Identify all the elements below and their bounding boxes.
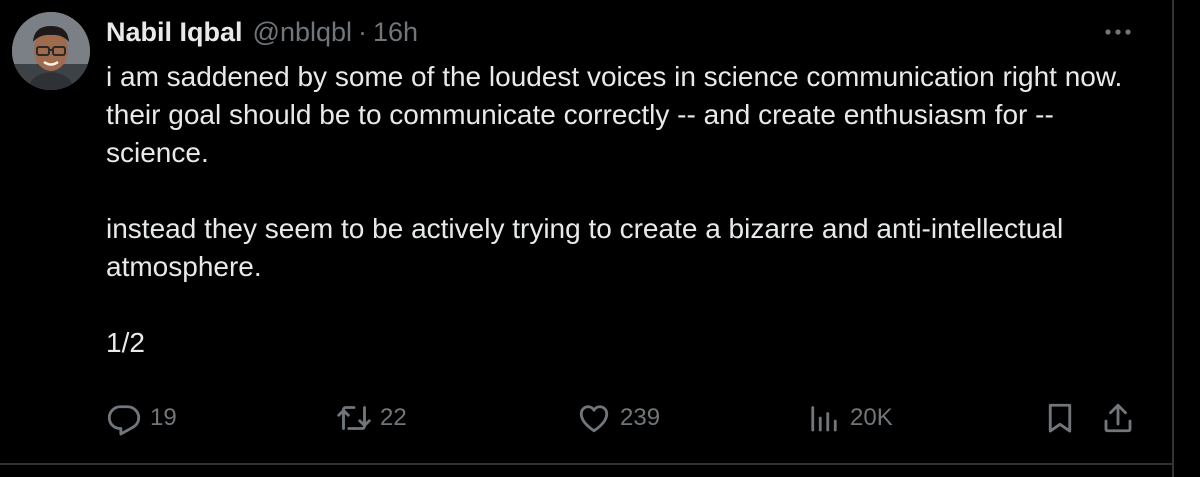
like-count: 239 <box>620 404 661 431</box>
tweet-header: Nabil Iqbal @nblqbl · 16h <box>106 14 418 50</box>
bookmark-button[interactable] <box>1042 396 1078 440</box>
heart-icon <box>579 405 609 433</box>
separator-dot: · <box>358 16 368 47</box>
tweet-paragraph: 1/2 <box>106 327 145 358</box>
view-count: 20K <box>850 404 893 431</box>
tweet-paragraph: instead they seem to be actively trying … <box>106 213 1064 282</box>
reply-button[interactable]: 19 <box>106 396 177 440</box>
column-divider <box>1172 0 1174 477</box>
tweet-divider <box>0 463 1174 465</box>
tweet-text: i am saddened by some of the loudest voi… <box>106 58 1136 362</box>
more-options-icon <box>1105 29 1131 35</box>
author-handle[interactable]: @nblqbl <box>253 17 352 48</box>
like-button[interactable]: 239 <box>576 396 660 440</box>
share-button[interactable] <box>1100 396 1136 440</box>
bookmark-icon <box>1048 403 1072 433</box>
share-icon <box>1104 403 1132 433</box>
reply-count: 19 <box>150 404 177 431</box>
avatar[interactable] <box>12 12 90 90</box>
reply-icon <box>107 405 141 436</box>
more-options-button[interactable] <box>1096 18 1140 46</box>
author-name[interactable]: Nabil Iqbal <box>106 17 243 48</box>
timestamp[interactable]: 16h <box>373 17 418 48</box>
repost-count: 22 <box>380 404 407 431</box>
action-bar: 19 22 239 20K <box>106 396 1146 440</box>
views-button[interactable]: 20K <box>806 396 893 440</box>
repost-button[interactable]: 22 <box>336 396 407 440</box>
views-chart-icon <box>811 406 837 432</box>
repost-icon <box>337 406 371 430</box>
avatar-photo <box>12 12 90 90</box>
tweet-paragraph: i am saddened by some of the loudest voi… <box>106 61 1123 168</box>
